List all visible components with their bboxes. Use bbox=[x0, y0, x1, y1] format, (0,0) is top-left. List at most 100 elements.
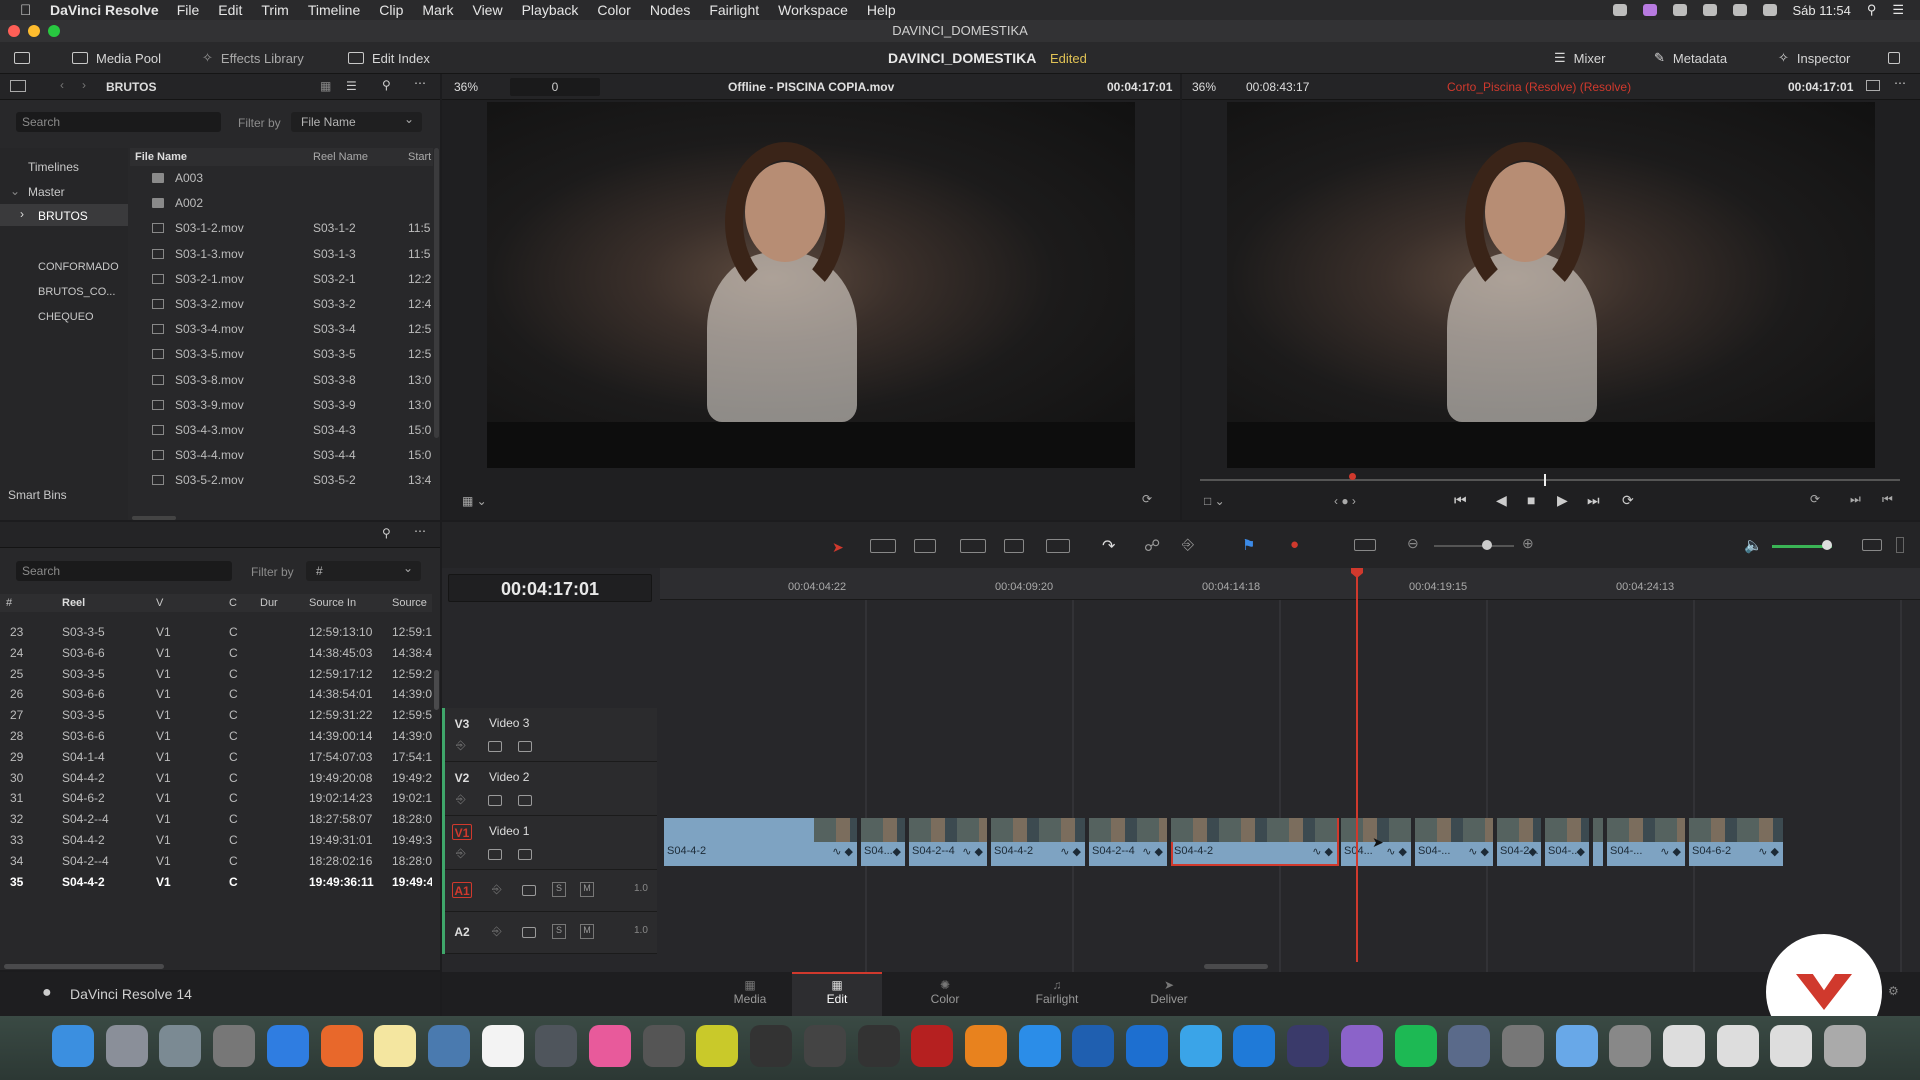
file-row[interactable]: S03-3-9.mov S03-3-9 13:0 bbox=[130, 393, 433, 418]
back-icon[interactable]: ‹ bbox=[60, 78, 64, 92]
app-icon[interactable] bbox=[1716, 1025, 1759, 1067]
list-view-icon[interactable]: ☰ bbox=[346, 79, 357, 93]
menu-nodes[interactable]: Nodes bbox=[650, 2, 690, 18]
timeline-clip[interactable]: S04-... ∿ ◆ bbox=[1607, 818, 1687, 866]
app-icon[interactable] bbox=[1501, 1025, 1544, 1067]
forward-icon[interactable]: › bbox=[82, 78, 86, 92]
status-icon[interactable] bbox=[1612, 4, 1627, 16]
tree-master[interactable]: Master bbox=[28, 185, 65, 199]
folder-icon[interactable] bbox=[1555, 1025, 1598, 1067]
edit-index-row[interactable]: 29 S04-1-4 V1 C 17:54:07:03 17:54:1 bbox=[0, 747, 432, 767]
file-list-scrollbar[interactable] bbox=[434, 148, 439, 438]
menu-help[interactable]: Help bbox=[867, 2, 896, 18]
menu-trim[interactable]: Trim bbox=[261, 2, 288, 18]
folder-row[interactable]: A003 bbox=[130, 166, 433, 191]
play-icon[interactable]: ▶ bbox=[1557, 492, 1568, 509]
timeline-clip[interactable]: S04-... ∿ ◆ bbox=[1415, 818, 1495, 866]
trim-tool-icon[interactable] bbox=[870, 539, 896, 553]
track-lock-icon[interactable]: ⎆ bbox=[456, 846, 466, 861]
menu-playback[interactable]: Playback bbox=[522, 2, 579, 18]
blade-tool-icon[interactable] bbox=[914, 539, 936, 553]
link-icon[interactable]: ☍ bbox=[1144, 536, 1160, 556]
file-row[interactable]: S03-1-2.mov S03-1-2 11:5 bbox=[130, 216, 433, 241]
flag-icon[interactable]: ⚑ bbox=[1242, 536, 1255, 554]
minimize-window-button[interactable] bbox=[28, 25, 40, 37]
app-icon[interactable] bbox=[1609, 1025, 1652, 1067]
timeline-name[interactable]: Corto_Piscina (Resolve) (Resolve) bbox=[1447, 80, 1631, 94]
play-reverse-icon[interactable]: ◀ bbox=[1496, 492, 1507, 509]
col-source[interactable]: Source bbox=[392, 594, 427, 612]
col-v[interactable]: V bbox=[156, 594, 163, 612]
col-c[interactable]: C bbox=[229, 594, 237, 612]
source-timecode-field[interactable]: 0 bbox=[510, 78, 600, 96]
chevron-down-icon[interactable]: ⌄ bbox=[10, 184, 20, 198]
solo-button[interactable]: S bbox=[552, 924, 566, 939]
zoom-window-button[interactable] bbox=[48, 25, 60, 37]
timeline-clip[interactable] bbox=[1593, 818, 1605, 866]
timeline-clip[interactable]: S04-2--4 ∿ ◆ bbox=[1089, 818, 1169, 866]
solo-button[interactable]: S bbox=[552, 882, 566, 897]
trash-icon[interactable] bbox=[1824, 1025, 1867, 1067]
claquette-icon[interactable] bbox=[857, 1025, 900, 1067]
file-row[interactable]: S03-3-8.mov S03-3-8 13:0 bbox=[130, 368, 433, 393]
file-row[interactable]: S03-4-4.mov S03-4-4 15:0 bbox=[130, 443, 433, 468]
viewer-scrubber[interactable] bbox=[1200, 479, 1900, 481]
file-list-hscrollbar[interactable] bbox=[132, 516, 176, 520]
launchpad-icon[interactable] bbox=[105, 1025, 148, 1067]
col-number[interactable]: # bbox=[6, 594, 12, 612]
track-lock-icon[interactable]: ⎆ bbox=[492, 924, 502, 939]
timeline-view-options-icon[interactable] bbox=[1354, 539, 1376, 551]
match-frame-icon[interactable]: ⟳ bbox=[1142, 492, 1152, 506]
status-icon[interactable] bbox=[1672, 4, 1687, 16]
edit-index-row[interactable]: 28 S03-6-6 V1 C 14:39:00:14 14:39:0 bbox=[0, 726, 432, 746]
file-row[interactable]: S03-4-3.mov S03-4-3 15:0 bbox=[130, 418, 433, 443]
timeline-clip[interactable]: S04-4-2 ∿ ◆ bbox=[991, 818, 1087, 866]
source-video-frame[interactable] bbox=[487, 102, 1135, 468]
source-zoom[interactable]: 36% bbox=[454, 80, 478, 94]
track-enable-icon[interactable] bbox=[518, 849, 532, 860]
calendar-icon[interactable] bbox=[481, 1025, 524, 1067]
timeline-clip-selected[interactable]: S04-4-2 ∿ ◆ bbox=[1171, 818, 1339, 866]
filter-select[interactable]: File Name bbox=[291, 109, 422, 132]
app-icon[interactable] bbox=[1340, 1025, 1383, 1067]
track-tag-v3[interactable]: V3 bbox=[452, 716, 472, 732]
edit-index-row[interactable]: 25 S03-3-5 V1 C 12:59:17:12 12:59:2 bbox=[0, 664, 432, 684]
file-row[interactable]: S03-3-2.mov S03-3-2 12:4 bbox=[130, 292, 433, 317]
mute-button[interactable]: M bbox=[580, 882, 594, 897]
loop-icon[interactable]: ⟳ bbox=[1622, 492, 1634, 509]
edit-index-row[interactable]: 26 S03-6-6 V1 C 14:38:54:01 14:39:0 bbox=[0, 684, 432, 704]
tab-deliver[interactable]: ➤ Deliver bbox=[1124, 972, 1214, 1016]
quicktime-icon[interactable] bbox=[1072, 1025, 1115, 1067]
teamviewer-icon[interactable] bbox=[1233, 1025, 1276, 1067]
menu-color[interactable]: Color bbox=[597, 2, 630, 18]
system-preferences-icon[interactable] bbox=[213, 1025, 256, 1067]
app-icon[interactable] bbox=[1179, 1025, 1222, 1067]
scrubber-playhead[interactable] bbox=[1544, 474, 1546, 486]
more-options-icon[interactable]: ⋯ bbox=[414, 524, 426, 538]
timeline-hscrollbar[interactable] bbox=[1204, 964, 1268, 969]
edit-index-row[interactable]: 30 S04-4-2 V1 C 19:49:20:08 19:49:2 bbox=[0, 768, 432, 788]
col-start[interactable]: Start bbox=[408, 148, 431, 166]
compressor-icon[interactable] bbox=[535, 1025, 578, 1067]
app-icon[interactable] bbox=[1448, 1025, 1491, 1067]
track-lock-icon[interactable]: ⎆ bbox=[492, 882, 502, 897]
selection-tool-icon[interactable]: ➤ bbox=[832, 539, 844, 556]
timeline-timecode[interactable]: 00:04:17:01 bbox=[448, 574, 652, 602]
track-lock-icon[interactable]: ⎆ bbox=[456, 738, 466, 753]
zoom-slider-handle[interactable] bbox=[1482, 540, 1492, 550]
menu-clip[interactable]: Clip bbox=[379, 2, 403, 18]
zoom-in-icon[interactable]: ⊕ bbox=[1522, 535, 1534, 552]
edit-index-scrollbar[interactable] bbox=[434, 670, 439, 710]
timeline-clip[interactable]: S04-... ◆ bbox=[1545, 818, 1591, 866]
match-frame-icon[interactable]: ⟳ bbox=[1810, 492, 1820, 506]
track-enable-icon[interactable] bbox=[518, 795, 532, 806]
mixer-toggle-icon[interactable] bbox=[1896, 537, 1904, 553]
motion-icon[interactable] bbox=[750, 1025, 793, 1067]
marker-dot[interactable] bbox=[1349, 473, 1356, 480]
col-reel-name[interactable]: Reel Name bbox=[313, 148, 368, 166]
menu-file[interactable]: File bbox=[177, 2, 200, 18]
track-name-v2[interactable]: Video 2 bbox=[489, 770, 529, 784]
volume-icon[interactable] bbox=[1762, 4, 1777, 16]
track-lock-icon[interactable]: ⎆ bbox=[456, 792, 466, 807]
media-pool-search-input[interactable]: Search bbox=[16, 112, 221, 132]
